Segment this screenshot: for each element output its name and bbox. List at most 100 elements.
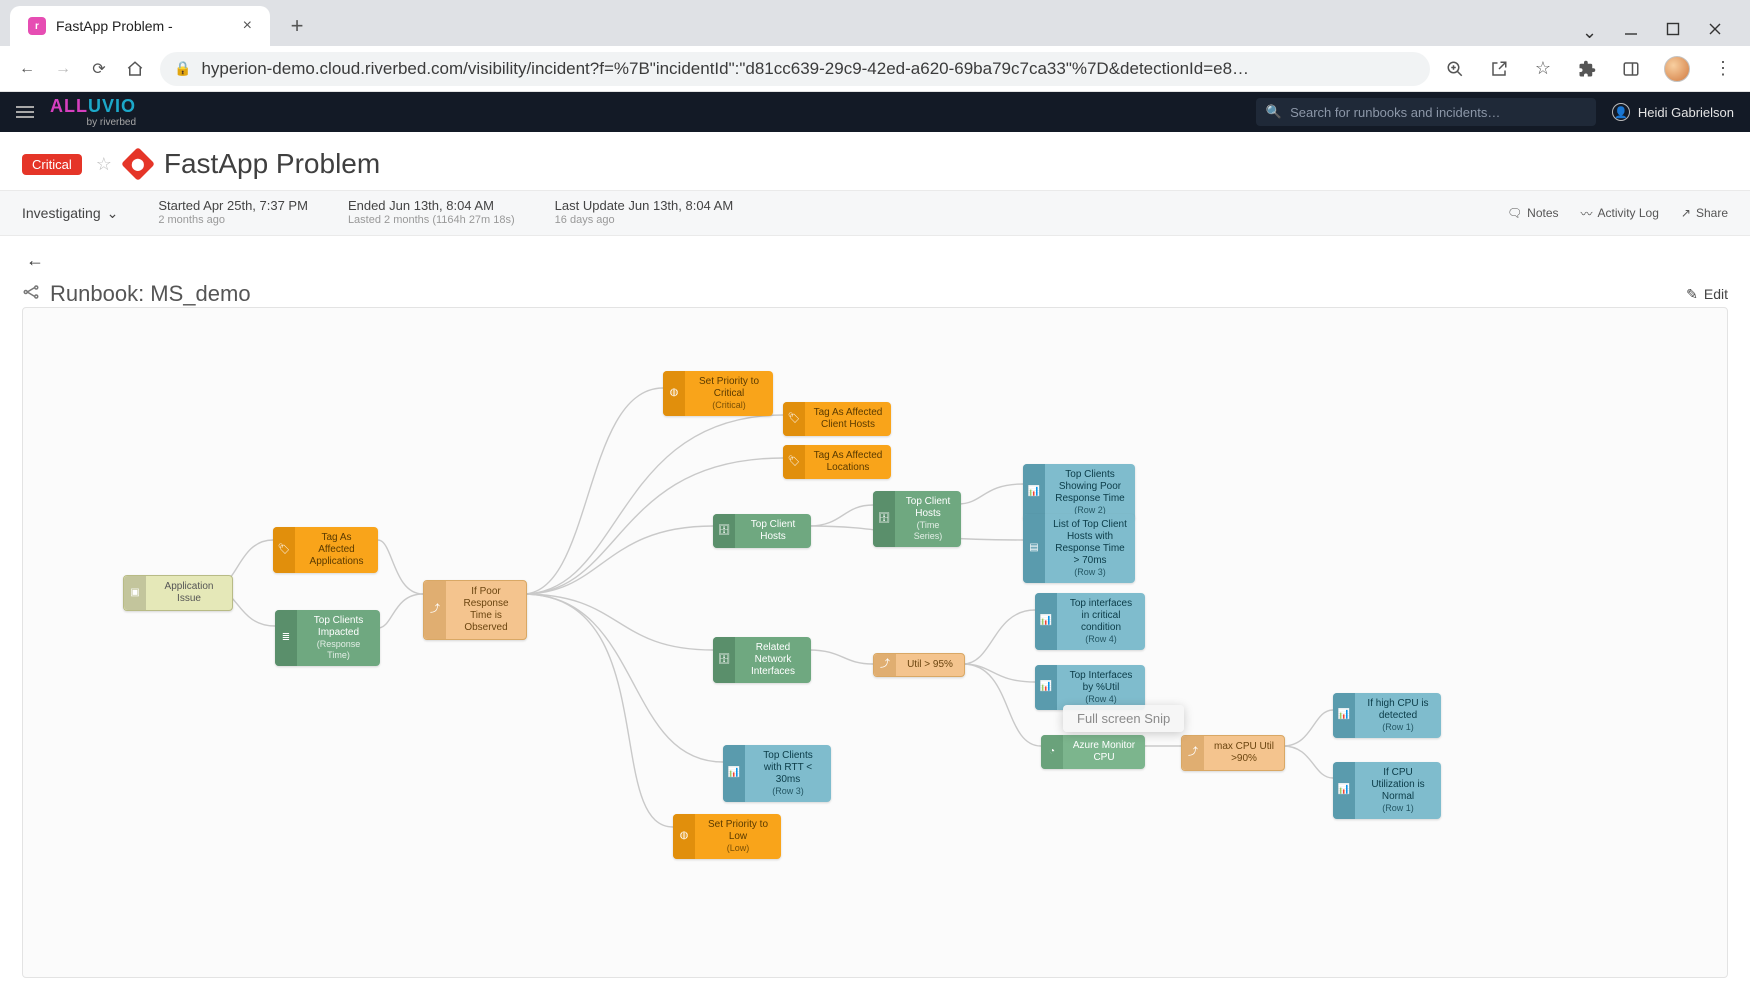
runbook-back-icon[interactable]: ← [26,250,44,271]
tag-icon: 🏷 [783,402,805,436]
status-dropdown[interactable]: Investigating ⌄ [22,205,118,222]
app-topbar: ALLUVIO by riverbed 🔍 Search for runbook… [0,92,1750,132]
tabs-caret-icon[interactable]: ⌄ [1582,22,1596,36]
node-top-interfaces-util[interactable]: 📊 Top Interfaces by %Util(Row 4) [1035,665,1145,710]
db-icon: 🗄 [713,637,735,683]
nav-forward-icon: → [52,58,74,80]
pencil-icon: ✎ [1686,286,1698,303]
activity-log-button[interactable]: 〰Activity Log [1581,205,1659,222]
address-bar[interactable]: 🔒 hyperion-demo.cloud.riverbed.com/visib… [160,52,1430,86]
activity-icon: 〰 [1581,205,1593,222]
incident-meta-bar: Investigating ⌄ Started Apr 25th, 7:37 P… [0,190,1750,236]
branch-icon: ⤴ [874,654,896,676]
node-top-clients-poor-rt[interactable]: 📊 Top Clients Showing Poor Response Time… [1023,464,1135,521]
node-if-high-cpu-detected[interactable]: 📊 If high CPU is detected(Row 1) [1333,693,1441,738]
start-icon: ▣ [124,576,146,610]
updated-block: Last Update Jun 13th, 8:04 AM 16 days ag… [555,198,734,228]
node-list-top-hosts-rt[interactable]: ▤ List of Top Client Hosts with Response… [1023,514,1135,583]
started-block: Started Apr 25th, 7:37 PM 2 months ago [158,198,308,228]
nav-back-icon[interactable]: ← [16,58,38,80]
chart-icon: 📊 [1333,693,1355,738]
nav-reload-icon[interactable]: ⟳ [88,58,110,80]
node-util-gt-95[interactable]: ⤴ Util > 95% [873,653,965,677]
sidepanel-icon[interactable] [1620,58,1642,80]
tab-title: FastApp Problem - [56,18,173,34]
user-icon: 👤 [1612,103,1630,121]
branch-icon: ⤴ [1182,736,1204,770]
azure-icon: ◔ [1041,735,1063,769]
chevron-down-icon: ⌄ [107,205,119,222]
node-max-cpu-gt-90[interactable]: ⤴ max CPU Util >90% [1181,735,1285,771]
db-icon: ≣ [275,610,297,666]
notes-button[interactable]: 🗨Notes [1507,206,1559,220]
global-search-input[interactable]: 🔍 Search for runbooks and incidents… [1256,98,1596,126]
new-tab-button[interactable]: + [280,9,314,43]
tag-icon: 🏷 [783,445,805,479]
tag-icon: 🏷 [273,527,295,573]
browser-tab-strip: r FastApp Problem - × + ⌄ [0,0,1750,46]
lock-icon: 🔒 [174,60,191,77]
node-tag-affected-apps[interactable]: 🏷 Tag As Affected Applications [273,527,378,573]
menu-icon[interactable] [16,106,34,118]
node-top-client-hosts-ts[interactable]: 🗄 Top Client Hosts(Time Series) [873,491,961,547]
db-icon: 🗄 [713,514,735,548]
priority-icon: ◍ [663,371,685,416]
node-top-clients-impacted[interactable]: ≣ Top Clients Impacted(Response Time) [275,610,380,666]
search-icon: 🔍 [1266,104,1282,120]
nav-home-icon[interactable] [124,58,146,80]
search-placeholder: Search for runbooks and incidents… [1290,105,1500,120]
browser-tab[interactable]: r FastApp Problem - × [10,6,270,46]
runbook-title: Runbook: MS_demo [50,281,251,307]
priority-icon: ◍ [673,814,695,859]
extensions-icon[interactable] [1576,58,1598,80]
ended-block: Ended Jun 13th, 8:04 AM Lasted 2 months … [348,198,515,228]
runbook-canvas[interactable]: ▣ Application Issue 🏷 Tag As Affected Ap… [22,307,1728,978]
table-icon: ▤ [1023,514,1045,583]
db-icon: 🗄 [873,491,895,547]
node-related-network-interfaces[interactable]: 🗄 Related Network Interfaces [713,637,811,683]
share-button[interactable]: ↗Share [1681,206,1728,220]
notes-icon: 🗨 [1507,206,1522,220]
favorite-star-icon[interactable]: ☆ [96,154,112,175]
node-top-client-hosts[interactable]: 🗄 Top Client Hosts [713,514,811,548]
share-url-icon[interactable] [1488,58,1510,80]
browser-toolbar: ← → ⟳ 🔒 hyperion-demo.cloud.riverbed.com… [0,46,1750,92]
runbook-edit-button[interactable]: ✎ Edit [1686,286,1728,303]
bookmark-icon[interactable]: ☆ [1532,58,1554,80]
runbook-graph-icon [22,283,40,306]
tab-favicon: r [28,17,46,35]
incident-type-icon: ⬤ [121,147,155,181]
tab-close-icon[interactable]: × [243,17,252,35]
chart-icon: 📊 [1333,762,1355,819]
profile-avatar-icon[interactable] [1664,56,1690,82]
chart-icon: 📊 [1035,593,1057,650]
node-tag-affected-locations[interactable]: 🏷 Tag As Affected Locations [783,445,891,479]
node-top-interfaces-critical[interactable]: 📊 Top interfaces in critical condition(R… [1035,593,1145,650]
node-if-cpu-normal[interactable]: 📊 If CPU Utilization is Normal(Row 1) [1333,762,1441,819]
severity-badge: Critical [22,154,82,175]
chart-icon: 📊 [723,745,745,802]
branch-icon: ⤴ [424,581,446,639]
window-controls: ⌄ [1564,22,1740,46]
chart-icon: 📊 [1023,464,1045,521]
node-azure-monitor-cpu[interactable]: ◔ Azure Monitor CPU [1041,735,1145,769]
url-text: hyperion-demo.cloud.riverbed.com/visibil… [201,59,1249,79]
share-icon: ↗ [1681,206,1691,220]
zoom-icon[interactable] [1444,58,1466,80]
incident-header: Critical ☆ ⬤ FastApp Problem [0,132,1750,190]
node-set-priority-low[interactable]: ◍ Set Priority to Low(Low) [673,814,781,859]
node-application-issue[interactable]: ▣ Application Issue [123,575,233,611]
node-tag-affected-hosts[interactable]: 🏷 Tag As Affected Client Hosts [783,402,891,436]
user-menu[interactable]: 👤 Heidi Gabrielson [1612,103,1734,121]
window-minimize-icon[interactable] [1624,22,1638,36]
incident-title: FastApp Problem [164,148,380,180]
window-maximize-icon[interactable] [1666,22,1680,36]
node-top-clients-rtt[interactable]: 📊 Top Clients with RTT < 30ms(Row 3) [723,745,831,802]
node-set-priority-critical[interactable]: ◍ Set Priority to Critical(Critical) [663,371,773,416]
chart-icon: 📊 [1035,665,1057,710]
window-close-icon[interactable] [1708,22,1722,36]
chrome-menu-icon[interactable]: ⋮ [1712,58,1734,80]
node-if-poor-response[interactable]: ⤴ If Poor Response Time is Observed [423,580,527,640]
snip-tooltip: Full screen Snip [1063,705,1184,732]
brand-logo[interactable]: ALLUVIO by riverbed [50,96,136,128]
